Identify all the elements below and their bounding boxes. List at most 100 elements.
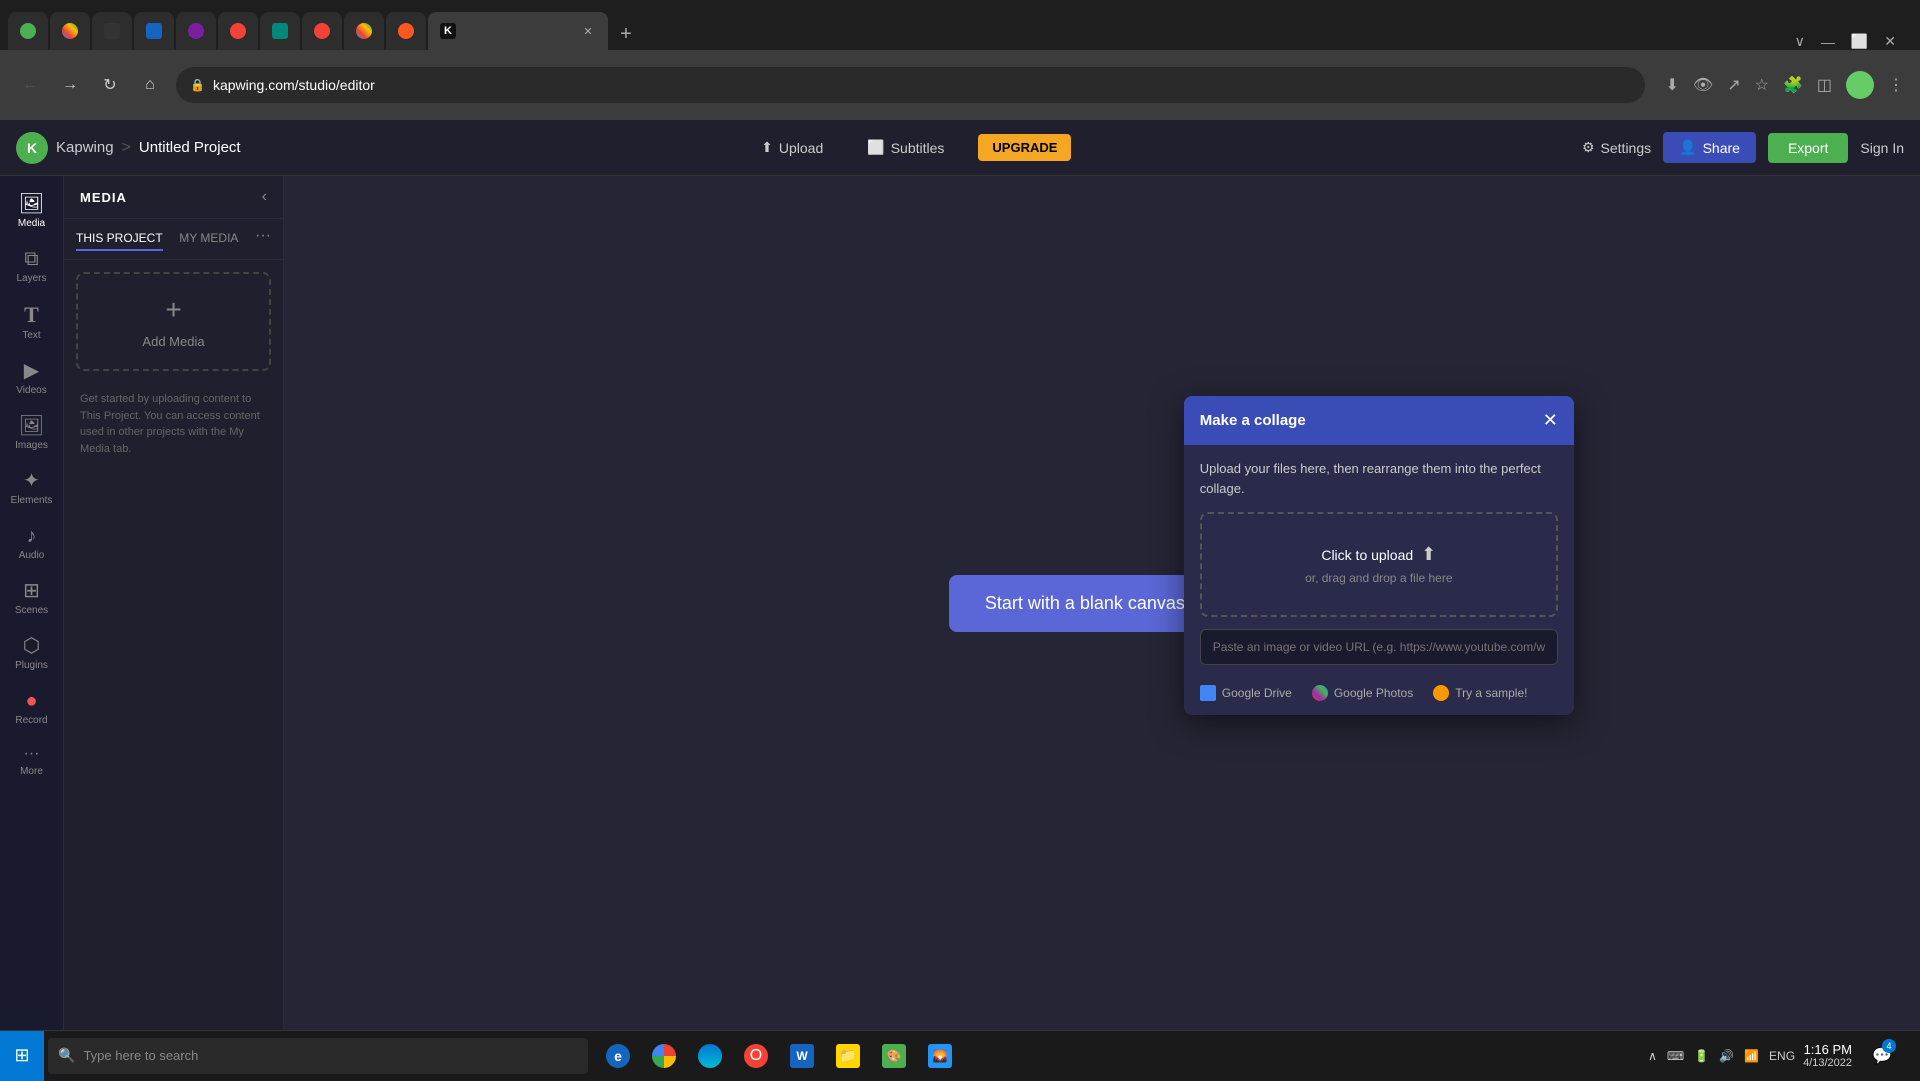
- taskbar-app-explorer[interactable]: 📁: [826, 1031, 870, 1081]
- taskbar-app-opera[interactable]: O: [734, 1031, 778, 1081]
- minimize-btn[interactable]: —: [1821, 34, 1835, 50]
- language-label[interactable]: ENG: [1769, 1049, 1795, 1063]
- upgrade-btn[interactable]: UPGRADE: [978, 134, 1071, 161]
- share-label: Share: [1703, 140, 1740, 156]
- edge-icon: [698, 1044, 722, 1068]
- browser-tab-1[interactable]: [8, 12, 48, 50]
- sidebar-icon[interactable]: ◫: [1817, 75, 1832, 95]
- home-btn[interactable]: ⌂: [136, 71, 164, 99]
- browser-tab-9[interactable]: [344, 12, 384, 50]
- browser-tab-7[interactable]: [260, 12, 300, 50]
- battery-icon[interactable]: 🔋: [1694, 1049, 1709, 1063]
- tab-favicon-active: K: [440, 23, 456, 39]
- subtitles-label: Subtitles: [891, 140, 945, 156]
- browser-tab-2[interactable]: [50, 12, 90, 50]
- share-icon[interactable]: ↗: [1727, 75, 1740, 95]
- browser-chrome: K ✕ + ∨ — ⬜ ✕ ← → ↻ ⌂ 🔒 kapwing.com/stud…: [0, 0, 1920, 120]
- header-center: ⬆ Upload ⬜ Subtitles UPGRADE: [257, 133, 1566, 162]
- media-panel-header: MEDIA ‹: [64, 176, 283, 219]
- start-btn[interactable]: ⊞: [0, 1031, 44, 1081]
- brand-name[interactable]: Kapwing: [56, 139, 114, 156]
- back-btn[interactable]: ←: [16, 71, 44, 99]
- subtitles-btn[interactable]: ⬜ Subtitles: [857, 133, 954, 162]
- taskbar-app-word[interactable]: W: [780, 1031, 824, 1081]
- sidebar-item-more[interactable]: ··· More: [0, 736, 63, 787]
- tab-dropdown-icon[interactable]: ∨: [1795, 33, 1805, 50]
- windows-icon: ⊞: [14, 1045, 29, 1066]
- sidebar-item-layers[interactable]: ⧉ Layers: [0, 239, 63, 294]
- collage-url-input[interactable]: [1200, 629, 1558, 665]
- close-btn[interactable]: ✕: [1884, 33, 1896, 50]
- word-icon: W: [790, 1044, 814, 1068]
- upload-btn[interactable]: ⬆ Upload: [751, 133, 833, 162]
- taskbar-app-edge[interactable]: [688, 1031, 732, 1081]
- forward-btn[interactable]: →: [56, 71, 84, 99]
- tab-close-btn[interactable]: ✕: [580, 23, 596, 39]
- browser-menu-btn[interactable]: ⋮: [1888, 75, 1904, 95]
- blank-canvas-btn[interactable]: Start with a blank canvas: [949, 575, 1221, 632]
- refresh-btn[interactable]: ↻: [96, 71, 124, 99]
- taskbar-app-chrome[interactable]: [642, 1031, 686, 1081]
- collapse-media-btn[interactable]: ‹: [262, 188, 267, 206]
- taskbar-search[interactable]: 🔍 Type here to search: [48, 1038, 588, 1074]
- tab-favicon-6: [230, 23, 246, 39]
- add-media-box[interactable]: + Add Media: [76, 272, 271, 371]
- keyboard-icon[interactable]: ⌨: [1667, 1049, 1684, 1063]
- tray-arrow-icon[interactable]: ∧: [1648, 1049, 1657, 1063]
- new-tab-btn[interactable]: +: [610, 18, 642, 50]
- browser-tab-active[interactable]: K ✕: [428, 12, 608, 50]
- eye-slash-icon[interactable]: 👁: [1693, 75, 1713, 95]
- share-btn[interactable]: 👤 Share: [1663, 132, 1756, 163]
- paint-icon: 🎨: [882, 1044, 906, 1068]
- wifi-icon[interactable]: 📶: [1744, 1049, 1759, 1063]
- my-media-tab[interactable]: MY MEDIA: [179, 227, 238, 251]
- sidebar-item-audio[interactable]: ♪ Audio: [0, 516, 63, 571]
- browser-tab-6[interactable]: [218, 12, 258, 50]
- profile-avatar[interactable]: [1846, 71, 1874, 99]
- media-tab-more-btn[interactable]: ···: [255, 227, 271, 251]
- add-media-icon: +: [165, 294, 181, 326]
- tab-favicon-4: [146, 23, 162, 39]
- download-icon[interactable]: ⬇: [1665, 75, 1678, 95]
- export-btn[interactable]: Export: [1768, 133, 1848, 163]
- browser-tab-8[interactable]: [302, 12, 342, 50]
- taskbar-app-paint[interactable]: 🎨: [872, 1031, 916, 1081]
- url-bar[interactable]: 🔒 kapwing.com/studio/editor: [176, 67, 1645, 103]
- taskbar-app-photos[interactable]: 🌄: [918, 1031, 962, 1081]
- taskbar-right: ∧ ⌨ 🔋 🔊 📶 ENG 1:16 PM 4/13/2022 💬 4: [1648, 1031, 1920, 1081]
- taskbar-apps: e O W 📁 🎨 🌄: [596, 1031, 962, 1081]
- more-icon: ···: [24, 746, 40, 762]
- collage-close-btn[interactable]: ✕: [1543, 410, 1558, 431]
- this-project-tab[interactable]: THIS PROJECT: [76, 227, 163, 251]
- extensions-icon[interactable]: 🧩: [1783, 75, 1803, 95]
- tab-controls: ∨ — ⬜ ✕: [1795, 33, 1912, 50]
- project-name[interactable]: Untitled Project: [139, 139, 241, 156]
- sidebar-item-videos[interactable]: ▶ Videos: [0, 351, 63, 406]
- signin-btn[interactable]: Sign In: [1860, 140, 1904, 156]
- sidebar-item-images[interactable]: 🖼 Images: [0, 406, 63, 461]
- star-icon[interactable]: ☆: [1755, 75, 1769, 95]
- google-photos-link[interactable]: Google Photos: [1312, 685, 1413, 701]
- browser-tab-4[interactable]: [134, 12, 174, 50]
- taskbar-app-ie[interactable]: e: [596, 1031, 640, 1081]
- browser-tab-3[interactable]: [92, 12, 132, 50]
- browser-tab-5[interactable]: [176, 12, 216, 50]
- speaker-icon[interactable]: 🔊: [1719, 1049, 1734, 1063]
- collage-upload-area[interactable]: Click to upload ⬆ or, drag and drop a fi…: [1200, 512, 1558, 617]
- signin-label: Sign In: [1860, 140, 1904, 156]
- browser-tab-10[interactable]: [386, 12, 426, 50]
- sidebar-label-plugins: Plugins: [15, 660, 48, 671]
- sidebar-item-record[interactable]: ● Record: [0, 681, 63, 736]
- sidebar-item-text[interactable]: T Text: [0, 294, 63, 351]
- sidebar-item-elements[interactable]: ✦ Elements: [0, 461, 63, 516]
- notification-btn[interactable]: 💬 4: [1860, 1031, 1904, 1081]
- sidebar-item-plugins[interactable]: ⬡ Plugins: [0, 626, 63, 681]
- clock[interactable]: 1:16 PM 4/13/2022: [1803, 1042, 1852, 1069]
- settings-btn[interactable]: ⚙ Settings: [1582, 139, 1651, 156]
- google-drive-link[interactable]: Google Drive: [1200, 685, 1292, 701]
- sidebar-item-media[interactable]: 🖼 Media: [0, 184, 63, 239]
- try-sample-link[interactable]: Try a sample!: [1433, 685, 1527, 701]
- maximize-btn[interactable]: ⬜: [1851, 33, 1868, 50]
- sidebar-item-scenes[interactable]: ⊞ Scenes: [0, 571, 63, 626]
- tab-favicon-9: [356, 23, 372, 39]
